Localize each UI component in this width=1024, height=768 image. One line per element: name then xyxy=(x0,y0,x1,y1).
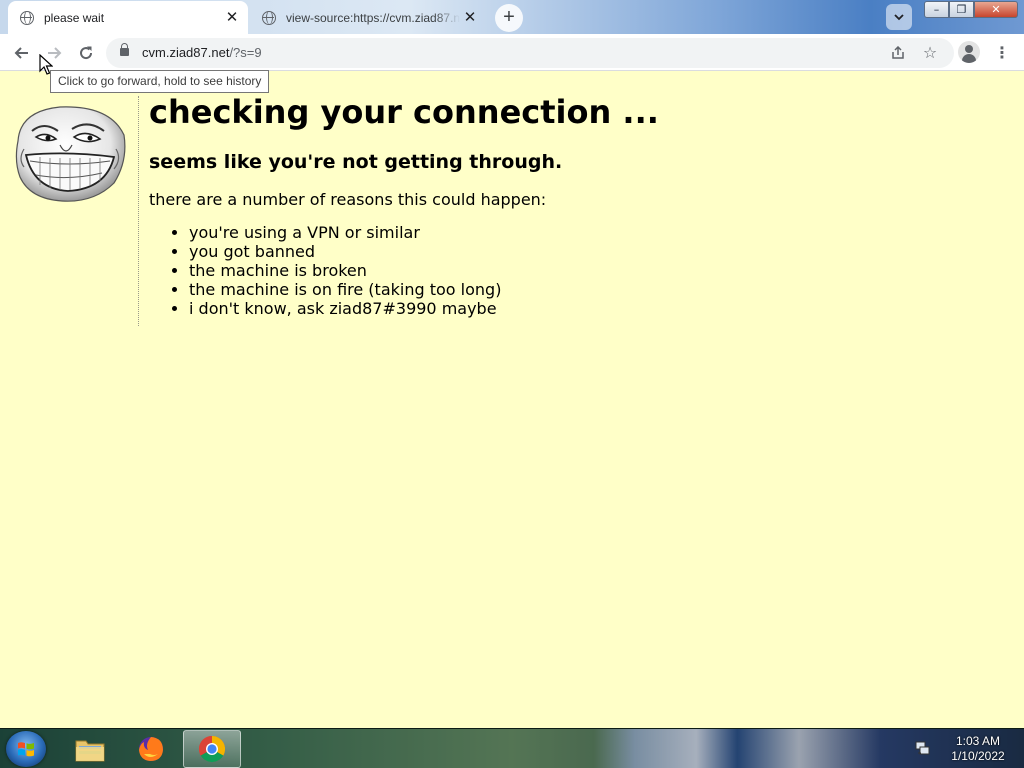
forward-tooltip: Click to go forward, hold to see history xyxy=(50,70,270,93)
taskbar-clock[interactable]: 1:03 AM 1/10/2022 xyxy=(943,734,1013,764)
list-item: the machine is broken xyxy=(189,261,659,280)
clock-date: 1/10/2022 xyxy=(951,749,1005,763)
more-menu-icon[interactable]: ⋮ xyxy=(990,39,1014,67)
clock-time: 1:03 AM xyxy=(955,734,1001,748)
tab-search-button[interactable] xyxy=(886,4,912,30)
mouse-cursor-icon xyxy=(39,54,53,75)
reload-icon xyxy=(80,46,93,60)
taskbar: 1:03 AM 1/10/2022 xyxy=(0,728,1024,768)
lock-icon[interactable] xyxy=(120,43,129,56)
tab-title: please wait xyxy=(44,10,105,25)
message-block: checking your connection ... seems like … xyxy=(149,92,659,318)
list-item: you're using a VPN or similar xyxy=(189,223,659,242)
address-bar[interactable]: cvm.ziad87.net/?s=9 ☆ xyxy=(106,38,954,68)
tab-close-icon[interactable]: ✕ xyxy=(460,8,480,28)
page-heading: checking your connection ... xyxy=(149,93,659,131)
page-subheading: seems like you're not getting through. xyxy=(149,151,563,173)
back-button[interactable] xyxy=(8,39,36,67)
bookmark-star-icon[interactable]: ☆ xyxy=(916,39,944,67)
minimize-button[interactable]: – xyxy=(924,1,949,18)
windows-logo-icon xyxy=(18,742,34,757)
start-button[interactable] xyxy=(6,731,46,767)
globe-icon xyxy=(262,10,276,25)
globe-icon xyxy=(20,10,34,25)
tab-close-icon[interactable]: ✕ xyxy=(222,8,242,28)
folder-icon xyxy=(75,740,105,762)
close-window-button[interactable]: ✕ xyxy=(974,1,1018,18)
network-icon[interactable] xyxy=(915,740,931,756)
url-host: cvm.ziad87.net xyxy=(142,45,230,60)
taskbar-firefox-button[interactable] xyxy=(122,730,180,768)
arrow-left-icon xyxy=(14,47,28,59)
tab-strip: please wait ✕ view-source:https://cvm.zi… xyxy=(0,0,1024,34)
url-path: /?s=9 xyxy=(229,45,262,60)
page-content: checking your connection ... seems like … xyxy=(0,71,1024,728)
chevron-down-icon xyxy=(894,14,904,21)
chrome-icon xyxy=(198,735,226,763)
share-glyph xyxy=(892,45,904,59)
tab-title: view-source:https://cvm.ziad87.net xyxy=(286,10,460,25)
intro-text: there are a number of reasons this could… xyxy=(149,190,547,209)
browser-toolbar: cvm.ziad87.net/?s=9 ☆ ⋮ xyxy=(0,34,1024,71)
firefox-icon xyxy=(139,737,163,761)
url-text[interactable]: cvm.ziad87.net/?s=9 xyxy=(142,38,262,68)
trollface-image xyxy=(15,106,126,202)
reload-button[interactable] xyxy=(72,39,100,67)
list-item: the machine is on fire (taking too long) xyxy=(189,280,659,299)
maximize-button[interactable]: ❐ xyxy=(949,1,974,18)
profile-avatar-icon[interactable] xyxy=(958,41,980,63)
divider xyxy=(138,96,139,326)
new-tab-button[interactable]: + xyxy=(495,4,523,32)
taskbar-explorer-button[interactable] xyxy=(61,730,119,768)
reasons-list: you're using a VPN or similar you got ba… xyxy=(189,223,659,318)
system-tray: 1:03 AM 1/10/2022 xyxy=(910,733,1020,765)
list-item: i don't know, ask ziad87#3990 maybe xyxy=(189,299,659,318)
share-icon[interactable] xyxy=(884,39,912,67)
taskbar-chrome-button[interactable] xyxy=(183,730,241,768)
tab-please-wait[interactable]: please wait ✕ xyxy=(8,1,248,34)
list-item: you got banned xyxy=(189,242,659,261)
tab-view-source[interactable]: view-source:https://cvm.ziad87.net ✕ xyxy=(250,1,486,34)
